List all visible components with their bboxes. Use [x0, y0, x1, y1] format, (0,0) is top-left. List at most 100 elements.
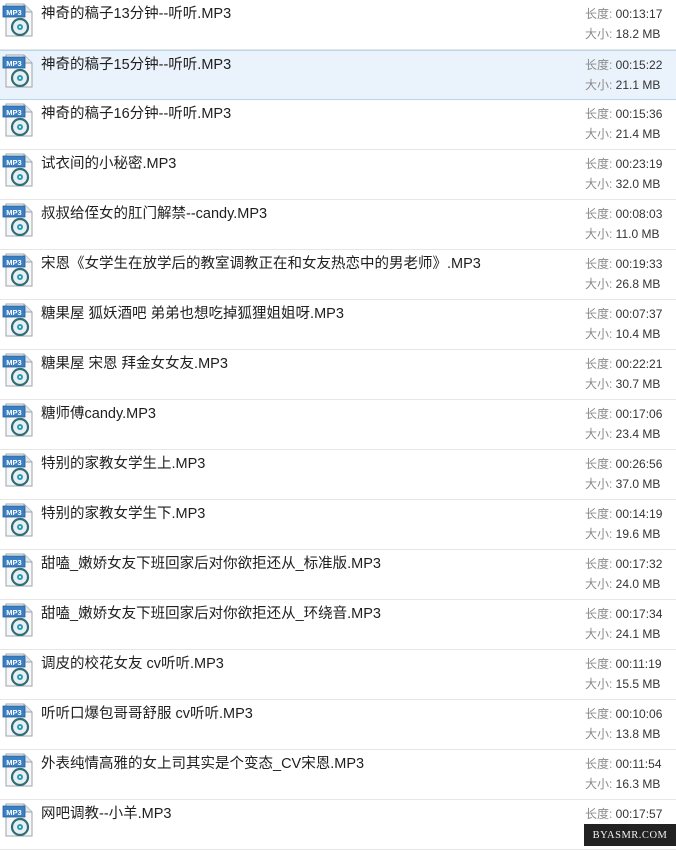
file-size: 大小: 26.8 MB: [585, 275, 660, 292]
file-row[interactable]: MP3 糖果屋 狐妖酒吧 弟弟也想吃掉狐狸姐姐呀.MP3 长度: 00:07:37 大…: [0, 300, 676, 350]
file-size: 大小: 19.6 MB: [585, 525, 660, 542]
mp3-file-icon: MP3: [2, 503, 36, 537]
mp3-file-icon: MP3: [2, 353, 36, 387]
size-label: 大小:: [585, 227, 616, 241]
file-row[interactable]: MP3 外表纯情高雅的女上司其实是个变态_CV宋恩.MP3 长度: 00:11:54…: [0, 750, 676, 800]
length-value: 00:15:22: [615, 58, 663, 72]
file-length: 长度: 00:17:06: [585, 405, 662, 422]
size-value: 26.8 MB: [615, 277, 661, 291]
file-row[interactable]: MP3 调皮的校花女友 cv听听.MP3 长度: 00:11:19 大小: 15.5 …: [0, 650, 676, 700]
size-value: 19.6 MB: [615, 527, 661, 541]
file-size: 大小: 18.2 MB: [585, 25, 660, 42]
svg-text:MP3: MP3: [6, 408, 21, 417]
file-name: 特别的家教女学生上.MP3: [41, 456, 206, 472]
size-label: 大小:: [585, 177, 616, 191]
file-length: 长度: 00:11:54: [585, 755, 662, 772]
file-name: 神奇的稿子16分钟--听听.MP3: [41, 106, 232, 122]
svg-text:MP3: MP3: [6, 658, 21, 667]
file-row[interactable]: MP3 宋恩《女学生在放学后的教室调教正在和女友热恋中的男老师》.MP3 长度: 0…: [0, 250, 676, 300]
file-name: 听听口爆包哥哥舒服 cv听听.MP3: [41, 706, 253, 722]
file-row[interactable]: MP3 试衣间的小秘密.MP3 长度: 00:23:19 大小: 32.0 MB: [0, 150, 676, 200]
file-length: 长度: 00:15:22: [585, 56, 662, 73]
length-label: 长度:: [585, 58, 616, 72]
file-size: 大小: 30.7 MB: [585, 375, 660, 392]
svg-text:MP3: MP3: [6, 458, 21, 467]
file-length: 长度: 00:08:03: [585, 205, 662, 222]
mp3-file-icon: MP3: [2, 303, 36, 337]
length-label: 长度:: [585, 607, 616, 621]
file-name: 宋恩《女学生在放学后的教室调教正在和女友热恋中的男老师》.MP3: [41, 256, 481, 272]
file-row[interactable]: MP3 糖师傅candy.MP3 长度: 00:17:06 大小: 23.4 MB: [0, 400, 676, 450]
file-length: 长度: 00:14:19: [585, 505, 662, 522]
size-value: 15.5 MB: [615, 677, 661, 691]
file-size: 大小: 21.1 MB: [585, 76, 660, 93]
svg-text:MP3: MP3: [6, 708, 21, 717]
size-value: 21.4 MB: [615, 127, 661, 141]
file-size: 大小: 21.4 MB: [585, 125, 660, 142]
size-value: 10.4 MB: [615, 327, 661, 341]
file-name: 试衣间的小秘密.MP3: [41, 156, 177, 172]
size-label: 大小:: [585, 377, 616, 391]
length-label: 长度:: [585, 507, 616, 521]
length-value: 00:17:06: [615, 407, 663, 421]
file-row[interactable]: MP3 听听口爆包哥哥舒服 cv听听.MP3 长度: 00:10:06 大小: 13.…: [0, 700, 676, 750]
size-value: 32.0 MB: [615, 177, 661, 191]
file-length: 长度: 00:10:06: [585, 705, 662, 722]
mp3-file-icon: MP3: [2, 3, 36, 37]
file-size: 大小: 37.0 MB: [585, 475, 660, 492]
file-row[interactable]: MP3 特别的家教女学生上.MP3 长度: 00:26:56 大小: 37.0 MB: [0, 450, 676, 500]
length-label: 长度:: [585, 207, 616, 221]
watermark: BYASMR.COM: [584, 824, 676, 846]
length-value: 00:07:37: [615, 307, 663, 321]
svg-text:MP3: MP3: [6, 158, 21, 167]
svg-text:MP3: MP3: [6, 59, 21, 68]
file-row[interactable]: MP3 甜嗑_嫩娇女友下班回家后对你欲拒还从_环绕音.MP3 长度: 00:17:3…: [0, 600, 676, 650]
svg-text:MP3: MP3: [6, 108, 21, 117]
size-value: 18.2 MB: [615, 27, 661, 41]
size-value: 21.1 MB: [615, 78, 661, 92]
file-length: 长度: 00:26:56: [585, 455, 662, 472]
file-size: 大小: 10.4 MB: [585, 325, 660, 342]
file-row[interactable]: MP3 糖果屋 宋恩 拜金女女友.MP3 长度: 00:22:21 大小: 30.7 …: [0, 350, 676, 400]
file-length: 长度: 00:23:19: [585, 155, 662, 172]
file-size: 大小: 24.1 MB: [585, 625, 660, 642]
file-length: 长度: 00:13:17: [585, 5, 662, 22]
file-size: 大小: 16.3 MB: [585, 775, 660, 792]
file-row[interactable]: MP3 神奇的稿子15分钟--听听.MP3 长度: 00:15:22 大小: 21.1…: [0, 50, 676, 100]
svg-text:MP3: MP3: [6, 508, 21, 517]
file-size: 大小: 13.8 MB: [585, 725, 660, 742]
file-length: 长度: 00:17:32: [585, 555, 662, 572]
file-row[interactable]: MP3 神奇的稿子13分钟--听听.MP3 长度: 00:13:17 大小: 18.2…: [0, 0, 676, 50]
size-label: 大小:: [585, 677, 616, 691]
svg-text:MP3: MP3: [6, 608, 21, 617]
length-value: 00:17:32: [615, 557, 663, 571]
file-length: 长度: 00:07:37: [585, 305, 662, 322]
file-row[interactable]: MP3 甜嗑_嫩娇女友下班回家后对你欲拒还从_标准版.MP3 长度: 00:17:3…: [0, 550, 676, 600]
size-value: 24.0 MB: [615, 577, 661, 591]
svg-text:MP3: MP3: [6, 8, 21, 17]
size-value: 37.0 MB: [615, 477, 661, 491]
file-row[interactable]: MP3 网吧调教--小羊.MP3 长度: 00:17:57: [0, 800, 676, 850]
length-label: 长度:: [585, 657, 616, 671]
mp3-file-icon: MP3: [2, 54, 36, 88]
length-label: 长度:: [585, 757, 616, 771]
file-row[interactable]: MP3 特别的家教女学生下.MP3 长度: 00:14:19 大小: 19.6 MB: [0, 500, 676, 550]
size-value: 24.1 MB: [615, 627, 661, 641]
length-label: 长度:: [585, 7, 616, 21]
mp3-file-icon: MP3: [2, 703, 36, 737]
size-label: 大小:: [585, 327, 616, 341]
file-length: 长度: 00:17:57: [585, 805, 662, 822]
file-row[interactable]: MP3 叔叔给侄女的肛门解禁--candy.MP3 长度: 00:08:03 大小: …: [0, 200, 676, 250]
size-label: 大小:: [585, 27, 616, 41]
file-length: 长度: 00:15:36: [585, 105, 662, 122]
file-row[interactable]: MP3 神奇的稿子16分钟--听听.MP3 长度: 00:15:36 大小: 21.4…: [0, 100, 676, 150]
svg-text:MP3: MP3: [6, 558, 21, 567]
size-value: 11.0 MB: [615, 227, 660, 241]
file-name: 甜嗑_嫩娇女友下班回家后对你欲拒还从_环绕音.MP3: [41, 606, 381, 622]
length-label: 长度:: [585, 157, 616, 171]
size-label: 大小:: [585, 78, 616, 92]
mp3-file-icon: MP3: [2, 553, 36, 587]
length-label: 长度:: [585, 807, 616, 821]
length-value: 00:15:36: [615, 107, 663, 121]
size-value: 16.3 MB: [615, 777, 661, 791]
